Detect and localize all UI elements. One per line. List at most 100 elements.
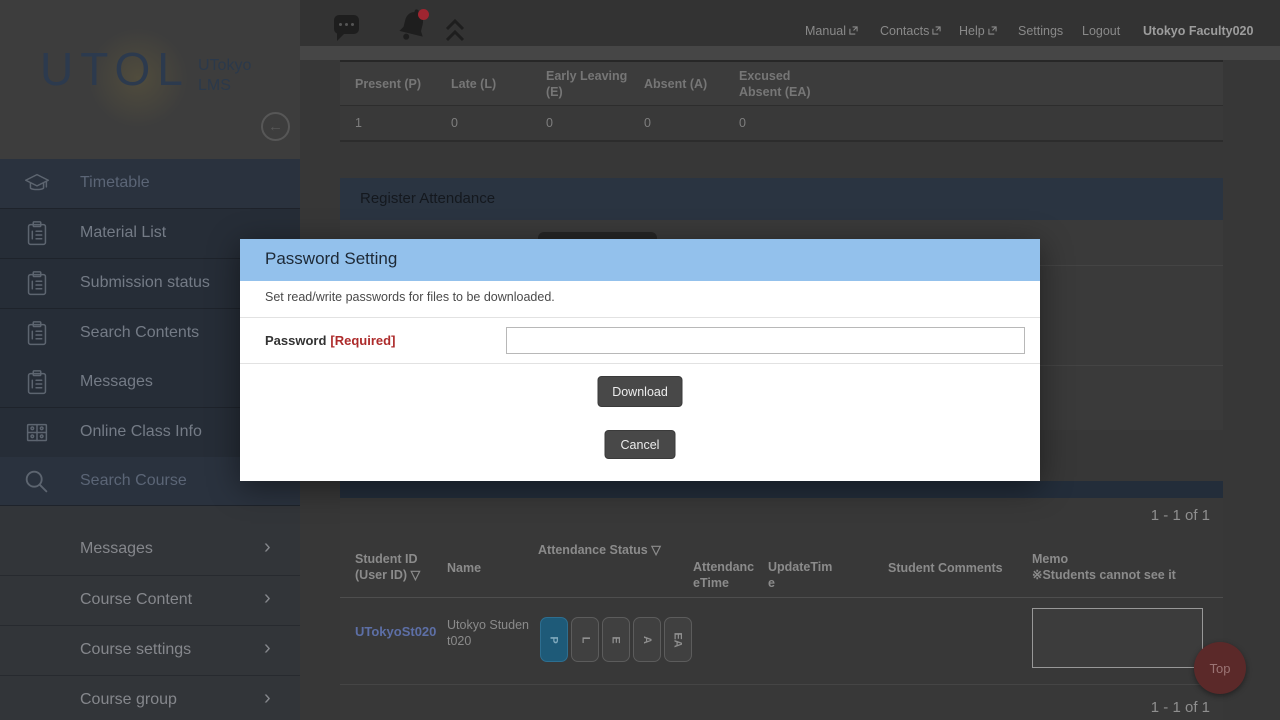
topbar-link-help[interactable]: Help [959, 24, 997, 38]
pagination-bottom: 1 - 1 of 1 [1151, 699, 1210, 716]
summary-value-row: 1 0 0 0 0 [340, 106, 1223, 142]
submenu-item-messages[interactable]: Messages › [0, 525, 300, 575]
link-label: Help [959, 24, 985, 38]
logo-area: UTOL UTokyo LMS ← [0, 0, 300, 159]
col-attendance-status[interactable]: Attendance Status ▽ [538, 542, 661, 558]
status-label: P [548, 636, 560, 643]
modal-header: Password Setting [240, 239, 1040, 281]
attendance-status-buttons: P L E A EA [540, 617, 692, 662]
submenu-item-label: Course Content [80, 591, 192, 609]
col-name: Name [447, 560, 481, 576]
student-name: Utokyo Student020 [447, 617, 531, 649]
modal-divider [240, 317, 1040, 318]
password-label-text: Password [265, 333, 326, 348]
sidebar-collapse-button[interactable]: ← [261, 112, 290, 141]
attendance-list-panel: 1 - 1 of 1 Student ID (User ID) ▽ Name A… [340, 498, 1223, 720]
col-attendance-time: AttendanceTime [693, 559, 759, 591]
sidebar-item-label: Online Class Info [80, 423, 202, 441]
magnifier-icon [22, 467, 52, 497]
external-link-icon [849, 24, 858, 38]
topbar-lower-band [300, 46, 1280, 60]
logo-sub-line1: UTokyo [198, 57, 251, 74]
sidebar-item-label: Submission status [80, 274, 210, 292]
sidebar-item-timetable[interactable]: Timetable [0, 159, 300, 209]
status-label: E [610, 636, 622, 643]
chat-icon-tail [337, 33, 345, 41]
clipboard-icon [22, 269, 52, 299]
submenu-item-course-content[interactable]: Course Content › [0, 575, 300, 625]
password-label: Password [Required] [265, 333, 395, 348]
password-input[interactable] [506, 327, 1025, 354]
table-header-border [340, 597, 1223, 598]
current-user-name: Utokyo Faculty020 [1143, 24, 1253, 38]
sidebar-item-label: Material List [80, 224, 166, 242]
chevron-right-icon: › [264, 637, 271, 660]
status-label: A [641, 636, 653, 644]
download-button[interactable]: Download [598, 376, 683, 407]
topbar-link-settings[interactable]: Settings [1018, 24, 1063, 38]
summary-col-present: Present (P) [355, 76, 421, 92]
status-button-present[interactable]: P [540, 617, 568, 662]
memo-textarea[interactable] [1032, 608, 1203, 668]
submenu-item-course-settings[interactable]: Course settings › [0, 625, 300, 675]
scroll-to-top-button[interactable]: Top [1194, 642, 1246, 694]
link-label: Settings [1018, 24, 1063, 38]
link-label: Contacts [880, 24, 929, 38]
summary-col-excused-absent: Excused Absent (EA) [739, 68, 825, 100]
table-row-border [340, 684, 1223, 685]
summary-value: 1 [355, 116, 362, 130]
col-label: Memo [1032, 552, 1068, 566]
sidebar-item-label: Messages [80, 373, 153, 391]
col-label: Student ID [355, 552, 418, 566]
back-arrow-icon: ← [268, 118, 283, 135]
topbar-link-manual[interactable]: Manual [805, 24, 858, 38]
panel-header: Register Attendance [340, 178, 1223, 220]
col-label-sort: (User ID) ▽ [355, 568, 420, 582]
col-memo: Memo ※Students cannot see it [1032, 551, 1176, 583]
chevron-right-icon: › [264, 587, 271, 610]
clipboard-icon [22, 319, 52, 349]
summary-col-late: Late (L) [451, 76, 496, 92]
status-button-absent[interactable]: A [633, 617, 661, 662]
cancel-button[interactable]: Cancel [605, 430, 676, 459]
online-class-grid-icon [22, 418, 52, 448]
summary-value: 0 [739, 116, 746, 130]
password-setting-modal: Password Setting Set read/write password… [240, 239, 1040, 481]
status-button-late[interactable]: L [571, 617, 599, 662]
clipboard-icon [22, 368, 52, 398]
logo-sub-line2: LMS [198, 77, 231, 94]
submenu-item-course-group[interactable]: Course group › [0, 675, 300, 720]
link-label: Manual [805, 24, 846, 38]
sidebar-item-label: Search Course [80, 472, 187, 490]
summary-value: 0 [644, 116, 651, 130]
external-link-icon [988, 24, 997, 38]
modal-divider [240, 363, 1040, 364]
summary-col-early-leaving: Early Leaving (E) [546, 68, 632, 100]
external-link-icon [932, 24, 941, 38]
topbar-link-logout[interactable]: Logout [1082, 24, 1120, 38]
status-button-excused-absent[interactable]: EA [664, 617, 692, 662]
chevron-right-icon: › [264, 536, 271, 559]
col-student-id[interactable]: Student ID (User ID) ▽ [355, 551, 420, 583]
attendance-list-panel-header [340, 481, 1223, 498]
link-label: Logout [1082, 24, 1120, 38]
status-button-early-leaving[interactable]: E [602, 617, 630, 662]
sidebar-item-label: Timetable [80, 174, 150, 192]
attendance-summary-table: Present (P) Late (L) Early Leaving (E) A… [340, 60, 1223, 142]
submenu-item-label: Course group [80, 691, 177, 709]
summary-value: 0 [546, 116, 553, 130]
student-id-link[interactable]: UTokyoSt020 [355, 624, 436, 639]
topbar-link-contacts[interactable]: Contacts [880, 24, 941, 38]
double-chevron-up-icon[interactable] [444, 17, 466, 48]
submenu-item-label: Course settings [80, 641, 191, 659]
sidebar-course-submenu: Messages › Course Content › Course setti… [0, 506, 300, 720]
submenu-item-label: Messages [80, 540, 153, 558]
summary-value: 0 [451, 116, 458, 130]
col-student-comments: Student Comments [888, 560, 1003, 576]
required-badge: [Required] [330, 333, 395, 348]
pagination-top: 1 - 1 of 1 [1151, 507, 1210, 524]
chat-icon[interactable] [334, 15, 359, 34]
col-update-time: UpdateTime [768, 559, 835, 591]
chevron-right-icon: › [264, 687, 271, 710]
utol-logo-subtitle: UTokyo LMS [198, 56, 251, 96]
